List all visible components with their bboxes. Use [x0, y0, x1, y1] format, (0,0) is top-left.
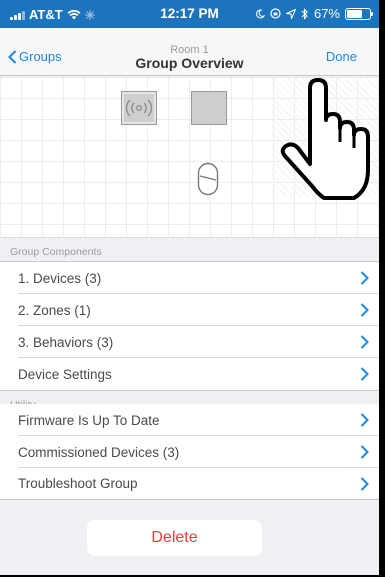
row-label: 1. Devices (3): [18, 270, 102, 286]
row-zones[interactable]: 2. Zones (1): [0, 294, 379, 326]
wireless-waves-icon: [125, 99, 153, 117]
navigation-bar: Groups Room 1 Group Overview Done: [0, 28, 379, 76]
row-label: 2. Zones (1): [18, 302, 91, 318]
status-bar: AT&T 12:17 PM 67%: [0, 0, 379, 28]
location-icon: [285, 8, 296, 19]
row-commissioned-devices[interactable]: Commissioned Devices (3): [0, 436, 379, 468]
page-title: Group Overview: [135, 55, 244, 71]
done-button[interactable]: Done: [326, 49, 357, 64]
moon-icon: [256, 8, 265, 18]
wireless-device-icon[interactable]: [121, 91, 157, 125]
chevron-right-icon: [360, 271, 369, 285]
battery-icon: [345, 7, 373, 20]
app-screen: AT&T 12:17 PM 67% Groups Room 1 Group Ov…: [0, 0, 385, 577]
row-device-settings[interactable]: Device Settings: [0, 358, 379, 390]
chevron-right-icon: [360, 335, 369, 349]
row-label: Commissioned Devices (3): [18, 444, 180, 460]
lock-rotation-icon: [270, 8, 281, 19]
status-right: 67%: [255, 6, 373, 21]
pointing-hand-icon: [280, 78, 370, 200]
row-firmware[interactable]: Firmware Is Up To Date: [0, 404, 379, 436]
chevron-right-icon: [360, 445, 369, 459]
row-behaviors[interactable]: 3. Behaviors (3): [0, 326, 379, 358]
chevron-right-icon: [360, 367, 369, 381]
row-devices[interactable]: 1. Devices (3): [0, 262, 379, 294]
chevron-right-icon: [360, 303, 369, 317]
battery-percent: 67%: [313, 6, 340, 21]
row-label: Firmware Is Up To Date: [18, 412, 160, 428]
row-label: 3. Behaviors (3): [18, 334, 114, 350]
chevron-right-icon: [360, 413, 369, 427]
delete-button[interactable]: Delete: [87, 520, 262, 556]
square-device-icon[interactable]: [191, 91, 227, 125]
row-label: Device Settings: [18, 366, 112, 382]
bluetooth-icon: [301, 7, 308, 20]
row-troubleshoot-group[interactable]: Troubleshoot Group: [0, 468, 379, 500]
sensor-icon[interactable]: [197, 162, 219, 196]
chevron-right-icon: [360, 477, 369, 491]
row-label: Troubleshoot Group: [18, 476, 138, 491]
section-header-group-components: Group Components: [0, 238, 379, 262]
